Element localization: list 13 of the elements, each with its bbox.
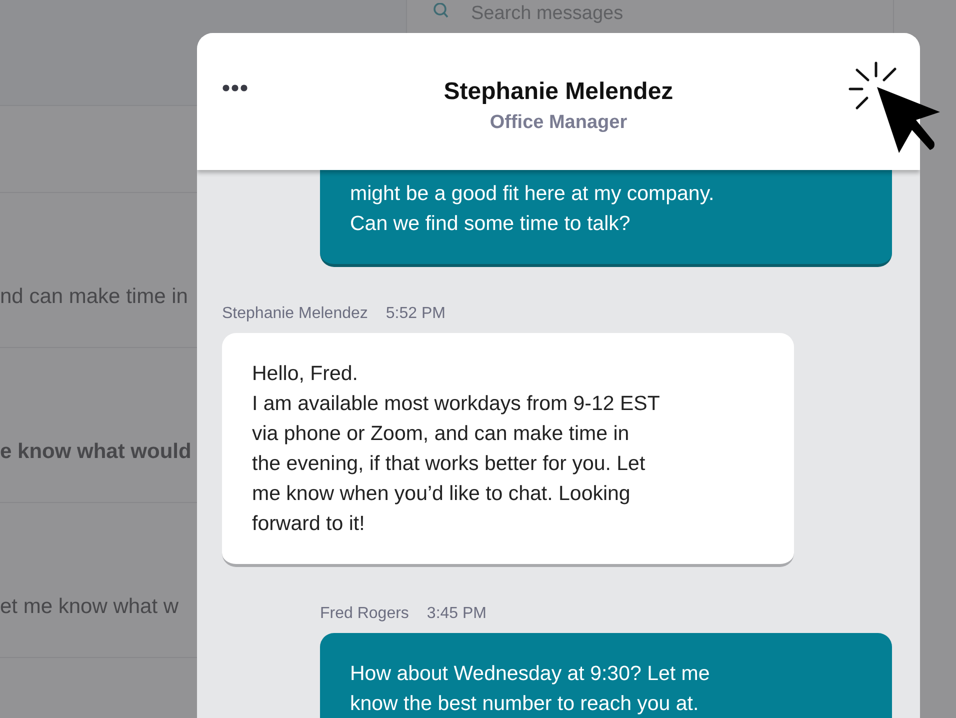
- sent-message-bubble: might be a good fit here at my company. Can we find some time to talk?: [320, 170, 892, 267]
- message-preview: et me know what w: [0, 595, 179, 618]
- sender-name: Fred Rogers: [320, 605, 409, 623]
- more-options-icon[interactable]: [222, 84, 248, 92]
- message-preview: nd can make time in: [0, 285, 188, 308]
- message-preview: e know what would: [0, 440, 192, 463]
- message-time: 5:52 PM: [386, 305, 446, 323]
- sender-name: Stephanie Melendez: [222, 305, 368, 323]
- message-time: 3:45 PM: [426, 605, 487, 623]
- contact-name: Stephanie Melendez: [444, 78, 674, 106]
- received-message-bubble: Hello, Fred. I am available most workdays from 9-12 EST via phone or Zoom, and can make time in the evening, if that works better for you. Let me know when you’d like to chat. Looking forward to it!: [222, 333, 794, 567]
- contact-role: Office Manager: [490, 112, 628, 134]
- sent-message-bubble: How about Wednesday at 9:30? Let me know the best number to reach you at.: [320, 633, 892, 718]
